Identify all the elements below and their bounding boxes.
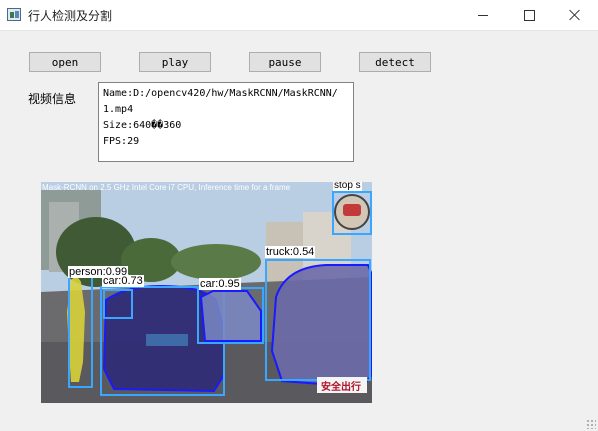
detection-label: stop s: [333, 182, 362, 191]
close-button[interactable]: [552, 0, 598, 30]
app-icon: [7, 8, 21, 21]
title-bar: 行人检测及分割: [0, 0, 598, 31]
video-scene: [41, 182, 372, 403]
maximize-button[interactable]: [506, 0, 552, 30]
info-line: Name:D:/opencv420/hw/MaskRCNN/MaskRCNN/: [103, 88, 338, 99]
overlay-caption: Mask-RCNN on 2.5 GHz Intel Core i7 CPU, …: [42, 183, 291, 192]
close-icon: [569, 9, 581, 21]
maximize-icon: [523, 9, 535, 21]
resize-grip[interactable]: [586, 419, 596, 429]
detection-label: car:0.95: [199, 278, 241, 290]
info-line: Size:640��360: [103, 120, 182, 131]
play-button[interactable]: play: [139, 52, 211, 72]
info-line: 1.mp4: [103, 104, 134, 115]
detection-label: car:0.73: [102, 275, 144, 287]
watermark-text: 安全出行: [321, 382, 361, 393]
minimize-button[interactable]: [460, 0, 506, 30]
video-info-textbox[interactable]: Name:D:/opencv420/hw/MaskRCNN/MaskRCNN/ …: [98, 82, 354, 162]
minimize-icon: [478, 14, 488, 16]
detect-button[interactable]: detect: [359, 52, 431, 72]
info-line: FPS:29: [103, 136, 140, 147]
detection-label: truck:0.54: [265, 246, 316, 258]
pause-button[interactable]: pause: [249, 52, 321, 72]
window-title: 行人检测及分割: [28, 9, 113, 23]
open-button[interactable]: open: [29, 52, 101, 72]
video-info-label: 视频信息: [28, 92, 77, 106]
video-frame: Mask-RCNN on 2.5 GHz Intel Core i7 CPU, …: [41, 182, 372, 403]
